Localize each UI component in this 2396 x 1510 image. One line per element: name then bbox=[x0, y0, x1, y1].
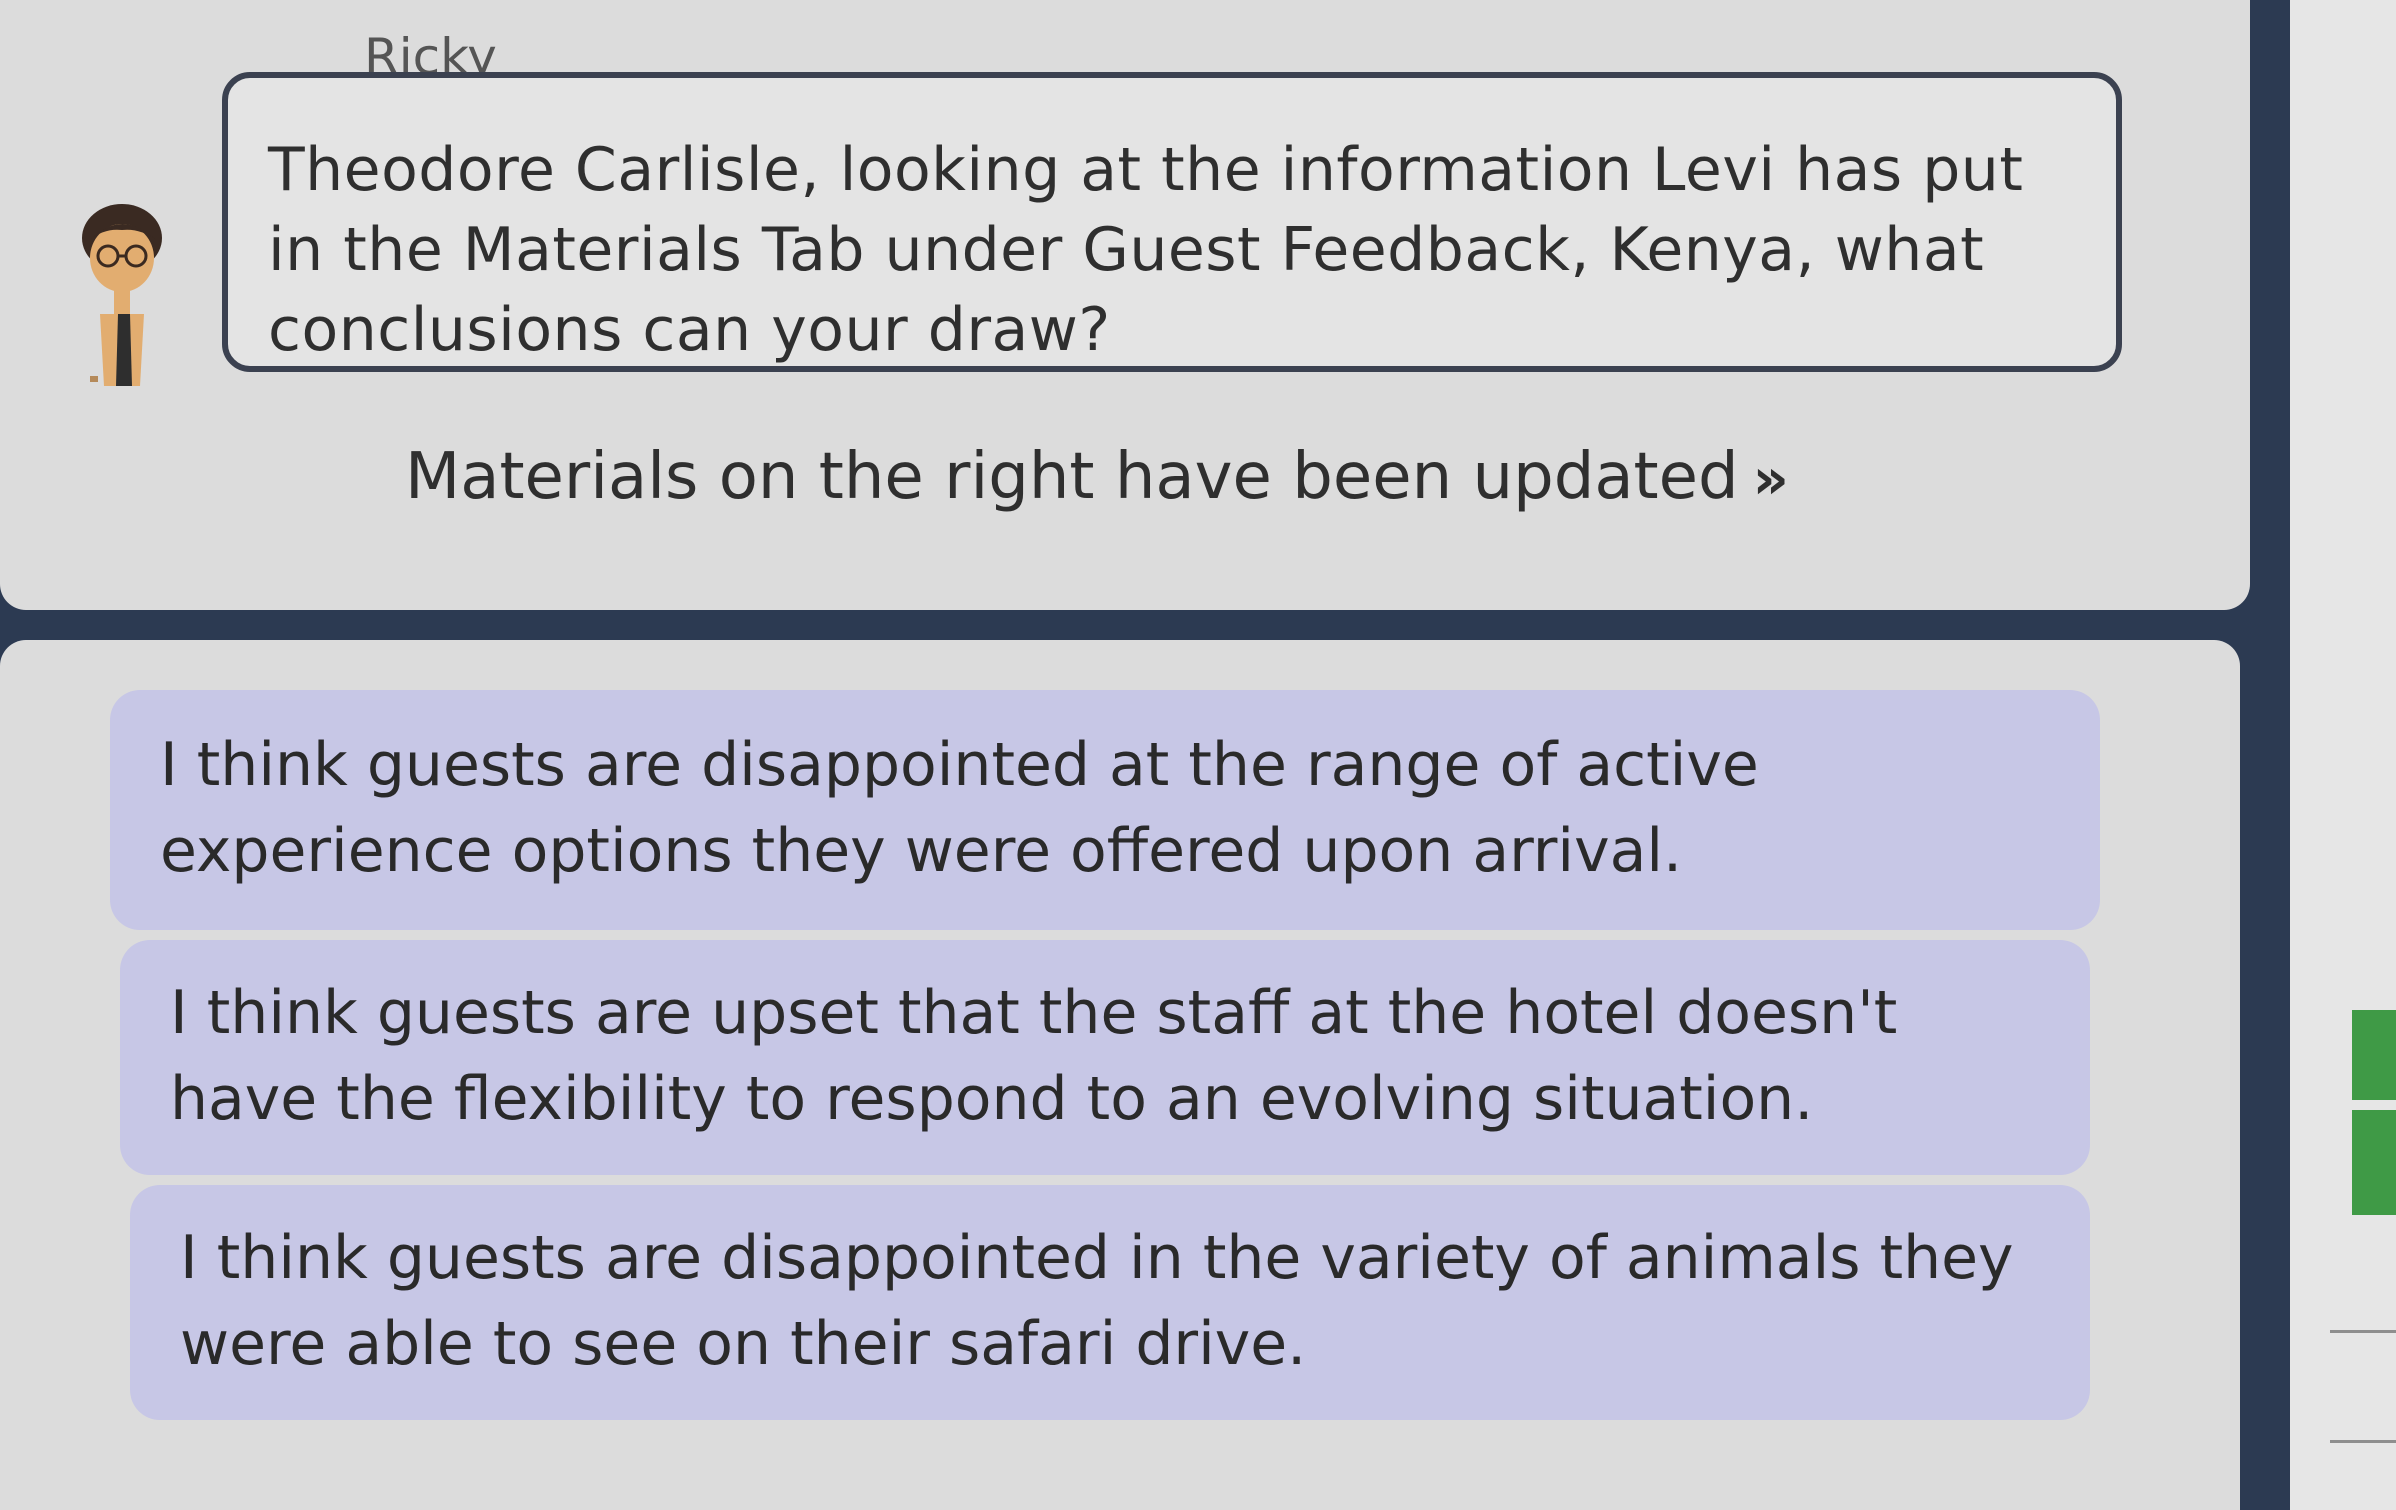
materials-updated-link[interactable]: Materials on the right have been updated… bbox=[405, 440, 1789, 514]
screen: Ricky Theodore Carlisle, looking at the … bbox=[0, 0, 2396, 1510]
response-option-2[interactable]: I think guests are upset that the staff … bbox=[120, 940, 2090, 1175]
response-option-1[interactable]: I think guests are disappointed at the r… bbox=[110, 690, 2100, 930]
divider bbox=[2330, 1330, 2396, 1333]
response-option-3[interactable]: I think guests are disappointed in the v… bbox=[130, 1185, 2090, 1420]
materials-notice-label: Materials on the right have been updated bbox=[405, 440, 1739, 514]
materials-tab-marker[interactable] bbox=[2352, 1110, 2396, 1215]
response-options-panel: I think guests are disappointed at the r… bbox=[0, 640, 2240, 1510]
materials-sidebar-edge bbox=[2290, 0, 2396, 1510]
materials-tab-marker[interactable] bbox=[2352, 1010, 2396, 1100]
speech-text: Theodore Carlisle, looking at the inform… bbox=[268, 135, 2024, 365]
dialogue-panel: Ricky Theodore Carlisle, looking at the … bbox=[0, 0, 2250, 610]
character-avatar-icon bbox=[70, 200, 180, 390]
divider bbox=[2330, 1440, 2396, 1443]
double-chevron-right-icon: » bbox=[1752, 447, 1789, 512]
speech-bubble: Theodore Carlisle, looking at the inform… bbox=[222, 72, 2122, 372]
